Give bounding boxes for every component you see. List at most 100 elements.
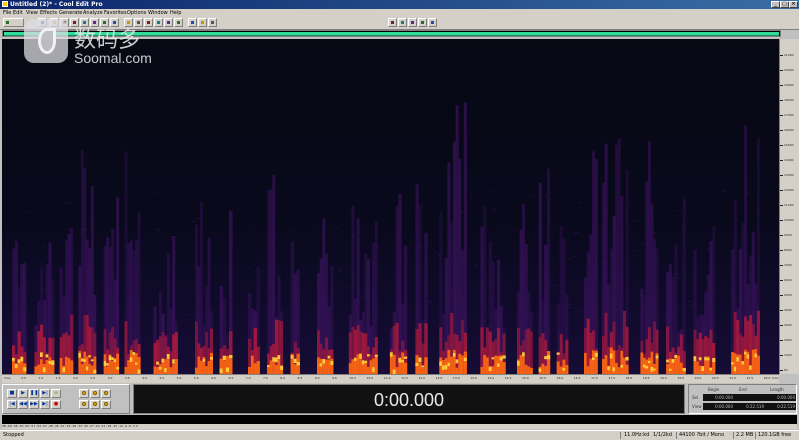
title-bar: Untitled (2)* - Cool Edit Pro _ □ × xyxy=(0,0,799,9)
waveform-view-glyph xyxy=(6,21,9,24)
time-tick: 2.5 xyxy=(90,376,96,380)
spectral-icon[interactable] xyxy=(174,18,183,27)
menu-options[interactable]: Options xyxy=(127,9,146,17)
fast-forward-icon[interactable]: ▶▶ xyxy=(29,400,39,409)
time-tick: 7.0 xyxy=(245,376,251,380)
time-tick: 7.5 xyxy=(263,376,268,380)
time-tick: 12.5 xyxy=(435,376,443,380)
sel-begin-field[interactable]: 0:00.000 xyxy=(703,394,734,401)
time-tick: 19.5 xyxy=(677,376,685,380)
level-scale: dB -69 -66 -63 -60 -57 -54 -51 -48 -45 -… xyxy=(2,424,797,429)
metronome-icon[interactable] xyxy=(198,18,207,27)
zoom-sel-icon[interactable] xyxy=(101,400,111,409)
time-tick: hms xyxy=(4,376,11,380)
status-free-space: 120.1GB free xyxy=(758,432,792,438)
freq-tick: 1000 xyxy=(780,353,792,357)
menu-file[interactable]: File xyxy=(3,9,11,17)
menu-view[interactable]: View xyxy=(26,9,38,17)
zoom-in-h-icon[interactable] xyxy=(79,389,89,398)
spectral-glyph xyxy=(177,21,180,24)
analyze-icon[interactable] xyxy=(418,18,427,27)
sel-end-field[interactable] xyxy=(734,394,765,401)
time-tick: 6.0 xyxy=(211,376,216,380)
analyze-glyph xyxy=(421,21,424,24)
stop-icon[interactable]: ■ xyxy=(7,389,17,398)
freq-tick: 19000 xyxy=(780,83,794,87)
time-tick: 17.0 xyxy=(591,376,598,380)
freq-tick: 20000 xyxy=(780,68,794,72)
time-tick: 11.0 xyxy=(383,376,391,380)
menu-edit[interactable]: Edit xyxy=(13,9,23,17)
zoom-in-v-icon[interactable] xyxy=(79,400,89,409)
time-tick: 20.5 xyxy=(711,376,719,380)
close-button[interactable]: × xyxy=(789,1,798,8)
time-tick: 22.0 xyxy=(763,376,771,380)
menu-analyze[interactable]: Analyze xyxy=(83,9,103,17)
zoom-out-v-icon[interactable] xyxy=(90,400,100,409)
time-tick: 3.0 xyxy=(107,376,113,380)
freq-tick: 8000 xyxy=(780,248,792,252)
view-label: View xyxy=(692,404,702,409)
play-icon[interactable]: ▶ xyxy=(18,389,28,398)
level-icon[interactable] xyxy=(408,18,417,27)
maximize-button[interactable]: □ xyxy=(780,1,789,8)
zoom-out-h-icon[interactable] xyxy=(90,389,100,398)
freq-tick: 7000 xyxy=(780,263,792,267)
menu-favorites[interactable]: Favorites xyxy=(104,9,127,17)
time-tick: 2.0 xyxy=(73,376,78,380)
time-tick: 16.0 xyxy=(556,376,564,380)
record-icon[interactable]: ● xyxy=(51,400,61,409)
time-tick: 4.5 xyxy=(159,376,165,380)
menu-window[interactable]: Window xyxy=(148,9,168,17)
time-display: 0:00.000 xyxy=(133,384,685,414)
loop-icon[interactable]: ∞ xyxy=(51,389,61,398)
settings-icon[interactable] xyxy=(428,18,437,27)
freq-tick: 17000 xyxy=(780,113,794,117)
menu-effects[interactable]: Effects xyxy=(40,9,57,17)
watermark-logo xyxy=(24,19,68,63)
marker-icon[interactable] xyxy=(208,18,217,27)
time-tick: 19.0 xyxy=(660,376,667,380)
waveform-view-icon[interactable] xyxy=(3,18,24,27)
go-to-end-icon[interactable]: ▶| xyxy=(40,400,50,409)
app-icon xyxy=(2,1,8,7)
time-ruler: hms 0.5 1.0 1.5 2.0 2.5 3.0 3.5 4.0 4.5 5.0 5.5 6.0 6… xyxy=(2,374,779,383)
menu-help[interactable]: Help xyxy=(170,9,181,17)
time-tick: 1.0 xyxy=(38,376,44,380)
magnifier-glyph xyxy=(82,391,86,395)
help-icon[interactable] xyxy=(398,18,407,27)
view-begin-field[interactable]: 0:00.000 xyxy=(703,403,734,410)
freq-tick: 18000 xyxy=(780,98,794,102)
loop-icon[interactable] xyxy=(388,18,397,27)
freq-tick: 21000 xyxy=(780,53,794,57)
go-to-start-icon[interactable]: |◀ xyxy=(7,400,17,409)
rewind-icon[interactable]: ◀◀ xyxy=(18,400,28,409)
loop-glyph xyxy=(391,21,394,24)
view-end-field[interactable]: 0:22.519 xyxy=(734,403,765,410)
minimize-button[interactable]: _ xyxy=(771,1,780,8)
time-tick: 13.5 xyxy=(470,376,477,380)
time-tick: 21.0 xyxy=(729,376,736,380)
freq-tick: 6000 xyxy=(780,278,792,282)
play-to-end-icon[interactable]: ▶| xyxy=(40,389,50,398)
time-tick: 15.0 xyxy=(522,376,529,380)
time-tick: 6.5 xyxy=(228,376,234,380)
magnifier-glyph xyxy=(104,391,108,395)
pause-icon[interactable]: ❚❚ xyxy=(29,389,39,398)
sel-label: Sel xyxy=(692,395,699,400)
magnifier-glyph xyxy=(93,402,97,406)
menu-generate[interactable]: Generate xyxy=(59,9,82,17)
spectral-view[interactable] xyxy=(2,39,779,374)
watermark: 数码多 Soomal.com xyxy=(24,19,174,71)
time-tick: 18.0 xyxy=(625,376,633,380)
zoom-full-icon[interactable] xyxy=(101,389,111,398)
magnifier-glyph xyxy=(82,402,86,406)
time-tick: 9.5 xyxy=(332,376,337,380)
time-tick: 5.5 xyxy=(193,376,199,380)
time-tick: 0.5 xyxy=(21,376,27,380)
freq-tick: 2000 xyxy=(780,338,792,342)
view-length-field[interactable]: 0:22.519 xyxy=(765,403,796,410)
transport-panel: ■ ▶ ❚❚ ▶| ∞ |◀ ◀◀ ▶▶ ▶| ● xyxy=(2,384,130,414)
cue-icon[interactable] xyxy=(188,18,197,27)
sel-length-field[interactable]: 0:00.000 xyxy=(765,394,796,401)
